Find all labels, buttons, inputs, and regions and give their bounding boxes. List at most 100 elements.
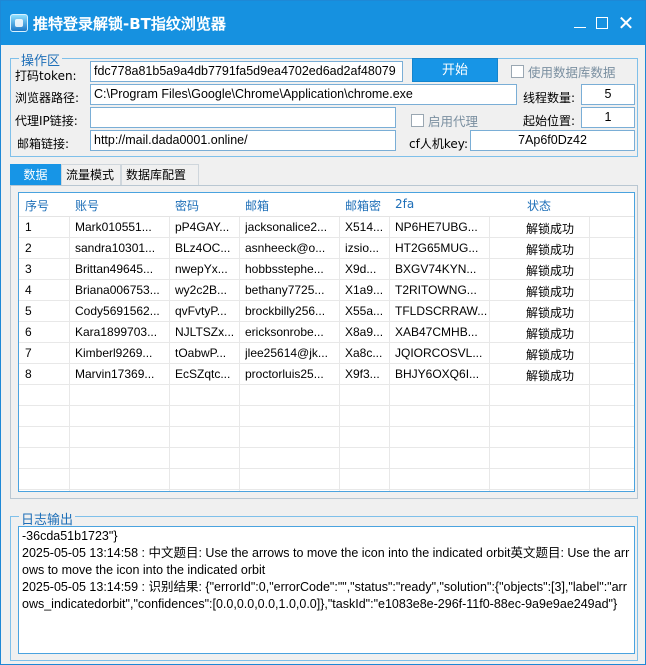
cell-password: EcSZqtc... bbox=[175, 367, 231, 381]
cell-status: 解锁成功 bbox=[525, 222, 574, 236]
cell-index: 6 bbox=[25, 325, 32, 339]
cell-2fa: BXGV74KYN... bbox=[395, 262, 477, 276]
log-line: 2025-05-05 13:14:58 : 中文题目: Use the arro… bbox=[22, 546, 630, 577]
proxy-label: 代理IP链接: bbox=[15, 114, 78, 128]
table-row[interactable]: 5 Cody5691562... qvFvtyP... brockbilly256..… bbox=[19, 301, 634, 322]
app-window: 推特登录解锁-BT指纹浏览器 ✕ 操作区 打码token: fdc778a81b… bbox=[0, 0, 646, 665]
cell-2fa: T2RITOWNG... bbox=[395, 283, 477, 297]
title-bar: 推特登录解锁-BT指纹浏览器 ✕ bbox=[1, 1, 645, 45]
cell-email-password: X55a... bbox=[345, 304, 384, 318]
col-header-email-password[interactable]: 邮箱密 bbox=[345, 197, 381, 214]
tab-data[interactable]: 数据 bbox=[10, 164, 61, 185]
cell-password: wy2c2B... bbox=[175, 283, 228, 297]
cell-email-password: X514... bbox=[345, 220, 384, 234]
start-button[interactable]: 开始 bbox=[412, 58, 498, 82]
cell-status: 解锁成功 bbox=[525, 369, 574, 383]
cell-account: Cody5691562... bbox=[75, 304, 160, 318]
token-label: 打码token: bbox=[15, 69, 77, 83]
table-row[interactable]: 3 Brittan49645... nwepYx... hobbsstephe... X… bbox=[19, 259, 634, 280]
cell-email: jacksonalice2... bbox=[245, 220, 328, 234]
log-line: -36cda51b1723"} bbox=[22, 529, 118, 543]
cell-password: pP4GAY... bbox=[175, 220, 230, 234]
cell-2fa: XAB47CMHB... bbox=[395, 325, 478, 339]
cell-2fa: HT2G65MUG... bbox=[395, 241, 479, 255]
cell-account: Kara1899703... bbox=[75, 325, 158, 339]
cell-index: 7 bbox=[25, 346, 32, 360]
table-header: 序号 账号 密码 邮箱 邮箱密 2fa 状态 bbox=[19, 193, 634, 217]
browser-path-input[interactable]: C:\Program Files\Google\Chrome\Applicati… bbox=[90, 84, 517, 105]
maximize-button[interactable] bbox=[589, 11, 615, 35]
cell-email-password: X1a9... bbox=[345, 283, 384, 297]
table-row[interactable]: 8 Marvin17369... EcSZqtc... proctorluis25..… bbox=[19, 364, 634, 385]
cell-email-password: X8a9... bbox=[345, 325, 384, 339]
cell-2fa: TFLDSCRRAW... bbox=[395, 304, 487, 318]
col-header-email[interactable]: 邮箱 bbox=[245, 197, 269, 214]
cell-index: 8 bbox=[25, 367, 32, 381]
cell-account: Marvin17369... bbox=[75, 367, 155, 381]
cell-email: bethany7725... bbox=[245, 283, 325, 297]
cell-password: tOabwP... bbox=[175, 346, 227, 360]
use-db-checkbox[interactable]: 使用数据库数据 bbox=[511, 62, 616, 81]
cell-index: 3 bbox=[25, 262, 32, 276]
col-header-2fa[interactable]: 2fa bbox=[395, 197, 414, 211]
start-position-input[interactable]: 1 bbox=[581, 107, 635, 128]
thread-count-input[interactable]: 5 bbox=[581, 84, 635, 105]
cell-account: sandra10301... bbox=[75, 241, 156, 255]
data-table[interactable]: 序号 账号 密码 邮箱 邮箱密 2fa 状态 1 Mark010551... pP4… bbox=[18, 192, 635, 492]
table-row[interactable] bbox=[19, 469, 634, 490]
close-icon: ✕ bbox=[617, 11, 635, 35]
cell-status: 解锁成功 bbox=[525, 348, 574, 362]
table-row[interactable]: 7 Kimberl9269... tOabwP... jlee25614@jk... X… bbox=[19, 343, 634, 364]
cell-password: qvFvtyP... bbox=[175, 304, 227, 318]
thread-count-label: 线程数量: bbox=[523, 91, 576, 105]
cell-status: 解锁成功 bbox=[525, 327, 574, 341]
table-row[interactable]: 2 sandra10301... BLz4OC... asnheeck@o... izs… bbox=[19, 238, 634, 259]
maximize-icon bbox=[596, 17, 608, 29]
cell-status: 解锁成功 bbox=[525, 243, 574, 257]
cell-index: 1 bbox=[25, 220, 32, 234]
grid-line bbox=[19, 489, 634, 490]
col-header-status[interactable]: 状态 bbox=[527, 197, 551, 214]
cell-password: BLz4OC... bbox=[175, 241, 231, 255]
proxy-input[interactable] bbox=[90, 107, 396, 128]
minimize-icon bbox=[574, 26, 586, 28]
cf-key-label: cf人机key: bbox=[409, 137, 468, 151]
app-icon bbox=[10, 14, 28, 32]
table-row[interactable]: 1 Mark010551... pP4GAY... jacksonalice2... X… bbox=[19, 217, 634, 238]
token-input[interactable]: fdc778a81b5a9a4db7791fa5d9ea4702ed6ad2af… bbox=[90, 61, 403, 82]
table-row[interactable] bbox=[19, 385, 634, 406]
col-header-password[interactable]: 密码 bbox=[175, 197, 199, 214]
cell-email: jlee25614@jk... bbox=[245, 346, 328, 360]
cell-index: 5 bbox=[25, 304, 32, 318]
cell-email: proctorluis25... bbox=[245, 367, 324, 381]
cell-email: brockbilly256... bbox=[245, 304, 326, 318]
cell-email: hobbsstephe... bbox=[245, 262, 324, 276]
cell-password: NJLTSZx... bbox=[175, 325, 235, 339]
enable-proxy-checkbox-box[interactable] bbox=[411, 114, 424, 127]
close-button[interactable]: ✕ bbox=[613, 11, 639, 35]
cell-status: 解锁成功 bbox=[525, 306, 574, 320]
log-output[interactable]: -36cda51b1723"} 2025-05-05 13:14:58 : 中文… bbox=[18, 526, 635, 654]
enable-proxy-checkbox[interactable]: 启用代理 bbox=[411, 111, 478, 130]
table-row[interactable] bbox=[19, 427, 634, 448]
table-row[interactable] bbox=[19, 448, 634, 469]
use-db-checkbox-box[interactable] bbox=[511, 65, 524, 78]
email-link-input[interactable]: http://mail.dada0001.online/ bbox=[90, 130, 396, 151]
cell-email: ericksonrobe... bbox=[245, 325, 324, 339]
tab-traffic-mode[interactable]: 流量模式 bbox=[61, 164, 121, 185]
cell-email-password: izsio... bbox=[345, 241, 380, 255]
col-header-account[interactable]: 账号 bbox=[75, 197, 99, 214]
cf-key-input[interactable]: 7Ap6f0Dz42 bbox=[470, 130, 635, 151]
cell-2fa: JQIORCOSVL... bbox=[395, 346, 483, 360]
enable-proxy-label: 启用代理 bbox=[428, 114, 479, 129]
cell-index: 2 bbox=[25, 241, 32, 255]
col-header-index[interactable]: 序号 bbox=[25, 197, 49, 214]
cell-email-password: X9f3... bbox=[345, 367, 380, 381]
cell-email-password: Xa8c... bbox=[345, 346, 383, 360]
tab-db-config[interactable]: 数据库配置 bbox=[121, 164, 199, 185]
cell-account: Brittan49645... bbox=[75, 262, 154, 276]
cell-email-password: X9d... bbox=[345, 262, 377, 276]
table-row[interactable]: 6 Kara1899703... NJLTSZx... ericksonrobe...… bbox=[19, 322, 634, 343]
table-row[interactable]: 4 Briana006753... wy2c2B... bethany7725... X… bbox=[19, 280, 634, 301]
table-row[interactable] bbox=[19, 406, 634, 427]
